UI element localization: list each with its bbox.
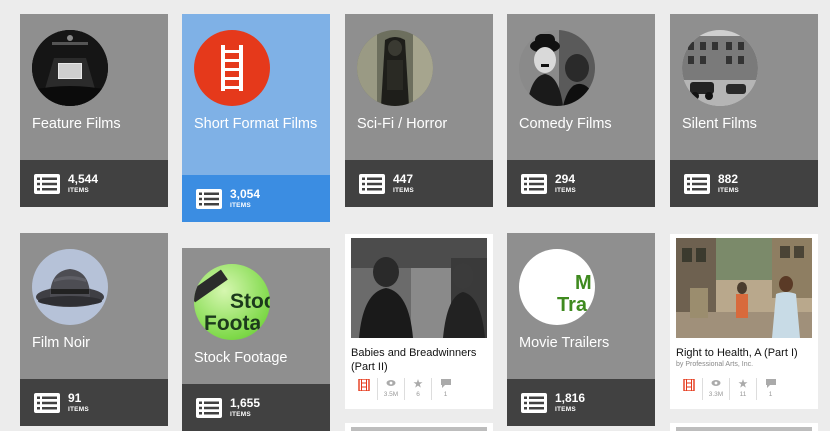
stock-footage-logo-top: Stoc bbox=[230, 290, 270, 313]
star-icon bbox=[738, 379, 748, 388]
item-stats: 3.5M 6 1 bbox=[351, 378, 493, 400]
collection-title: Silent Films bbox=[682, 116, 757, 132]
list-icon bbox=[196, 398, 222, 418]
collection-card-short-format-films[interactable]: Short Format Films 3,054 ITEMS bbox=[182, 14, 330, 222]
collection-title: Feature Films bbox=[32, 116, 121, 132]
item-count-unit: ITEMS bbox=[68, 406, 89, 413]
item-card-babies-and-breadwinners[interactable]: Babies and Breadwinners (Part II) 3.5M 6 bbox=[345, 234, 493, 409]
collection-card-silent-films[interactable]: Silent Films 882 ITEMS bbox=[670, 14, 818, 207]
movie-trailers-logo-bottom: Tra bbox=[557, 294, 588, 316]
item-count: 882 bbox=[718, 172, 739, 186]
next-row-card-partial[interactable] bbox=[670, 423, 818, 431]
item-count-unit: ITEMS bbox=[230, 411, 251, 418]
item-count-unit: ITEMS bbox=[555, 187, 576, 194]
list-icon bbox=[359, 174, 385, 194]
collection-footer: 3,054 ITEMS bbox=[182, 175, 330, 222]
collection-card-stock-footage[interactable]: Stoc Foota Stock Footage 1,655 ITEMS bbox=[182, 248, 330, 431]
collection-title: Movie Trailers bbox=[519, 335, 610, 351]
stock-footage-logo-bottom: Foota bbox=[204, 312, 261, 335]
star-icon bbox=[413, 379, 423, 388]
favorites-count: 6 bbox=[416, 391, 420, 398]
next-row-card-partial[interactable] bbox=[345, 423, 493, 431]
item-thumbnail bbox=[676, 238, 812, 338]
reviews-count: 1 bbox=[443, 391, 448, 398]
views-count: 3.3M bbox=[708, 391, 724, 398]
favorites-stat: 11 bbox=[730, 378, 757, 400]
item-count: 3,054 bbox=[230, 187, 261, 201]
collection-footer: 91 ITEMS bbox=[20, 379, 168, 426]
sci-fi-horror-thumbnail bbox=[357, 30, 433, 106]
collection-footer: 1,655 ITEMS bbox=[182, 384, 330, 431]
collection-footer: 882 ITEMS bbox=[670, 160, 818, 207]
collection-card-feature-films[interactable]: Feature Films 4,544 ITEMS bbox=[20, 14, 168, 207]
collection-title: Short Format Films bbox=[194, 116, 318, 132]
item-count: 1,816 bbox=[555, 391, 586, 405]
collection-title: Film Noir bbox=[32, 335, 90, 351]
media-type-film bbox=[351, 378, 378, 400]
item-count: 294 bbox=[555, 172, 576, 186]
collection-footer: 447 ITEMS bbox=[345, 160, 493, 207]
feature-films-thumbnail bbox=[32, 30, 108, 106]
comment-icon bbox=[765, 379, 776, 388]
collection-title: Sci-Fi / Horror bbox=[357, 116, 448, 132]
reviews-count: 1 bbox=[768, 391, 773, 398]
comment-icon bbox=[440, 379, 451, 388]
collection-card-sci-fi-horror[interactable]: Sci-Fi / Horror 447 ITEMS bbox=[345, 14, 493, 207]
item-count: 4,544 bbox=[68, 172, 99, 186]
item-stats: 3.3M 11 1 bbox=[676, 378, 818, 400]
silent-films-thumbnail bbox=[682, 30, 758, 106]
item-creator: by Professional Arts, Inc. bbox=[676, 361, 754, 368]
collection-card-film-noir[interactable]: Film Noir 91 ITEMS bbox=[20, 233, 168, 426]
item-count: 91 bbox=[68, 391, 82, 405]
reviews-stat: 1 bbox=[757, 378, 784, 400]
movie-trailers-logo-top: M bbox=[575, 272, 592, 294]
film-icon bbox=[683, 379, 695, 391]
collection-title: Stock Footage bbox=[194, 350, 288, 366]
comedy-films-thumbnail bbox=[519, 30, 595, 106]
collection-title: Comedy Films bbox=[519, 116, 612, 132]
favorites-count: 11 bbox=[739, 391, 747, 398]
collection-card-movie-trailers[interactable]: M Tra Movie Trailers 1,816 ITEMS bbox=[507, 233, 655, 426]
list-icon bbox=[34, 174, 60, 194]
film-icon bbox=[358, 379, 370, 391]
item-thumbnail bbox=[351, 238, 487, 338]
list-icon bbox=[684, 174, 710, 194]
views-stat: 3.3M bbox=[703, 378, 730, 400]
item-card-right-to-health[interactable]: Right to Health, A (Part I) by Professio… bbox=[670, 234, 818, 409]
item-count: 1,655 bbox=[230, 396, 261, 410]
reviews-stat: 1 bbox=[432, 378, 459, 400]
item-count: 447 bbox=[393, 172, 414, 186]
list-icon bbox=[521, 174, 547, 194]
item-count-unit: ITEMS bbox=[230, 202, 251, 209]
item-title: Babies and Breadwinners (Part II) bbox=[351, 347, 477, 373]
list-icon bbox=[34, 393, 60, 413]
eye-icon bbox=[711, 380, 721, 386]
next-row-thumbnail-partial bbox=[676, 427, 812, 431]
stock-footage-logo: Stoc Foota bbox=[194, 264, 270, 340]
favorites-stat: 6 bbox=[405, 378, 432, 400]
views-stat: 3.5M bbox=[378, 378, 405, 400]
movie-trailers-logo: M Tra bbox=[519, 249, 595, 325]
collection-footer: 4,544 ITEMS bbox=[20, 160, 168, 207]
collection-footer: 1,816 ITEMS bbox=[507, 379, 655, 426]
item-title: Right to Health, A (Part I) bbox=[676, 347, 798, 359]
views-count: 3.5M bbox=[383, 391, 399, 398]
item-count-unit: ITEMS bbox=[555, 406, 576, 413]
item-count-unit: ITEMS bbox=[718, 187, 739, 194]
item-count-unit: ITEMS bbox=[68, 187, 89, 194]
list-icon bbox=[521, 393, 547, 413]
collection-card-comedy-films[interactable]: Comedy Films 294 ITEMS bbox=[507, 14, 655, 207]
eye-icon bbox=[386, 380, 396, 386]
collection-footer: 294 ITEMS bbox=[507, 160, 655, 207]
film-strip-icon bbox=[194, 30, 270, 106]
film-noir-thumbnail bbox=[32, 249, 108, 325]
item-count-unit: ITEMS bbox=[393, 187, 414, 194]
next-row-thumbnail-partial bbox=[351, 427, 487, 431]
list-icon bbox=[196, 189, 222, 209]
media-type-film bbox=[676, 378, 703, 400]
